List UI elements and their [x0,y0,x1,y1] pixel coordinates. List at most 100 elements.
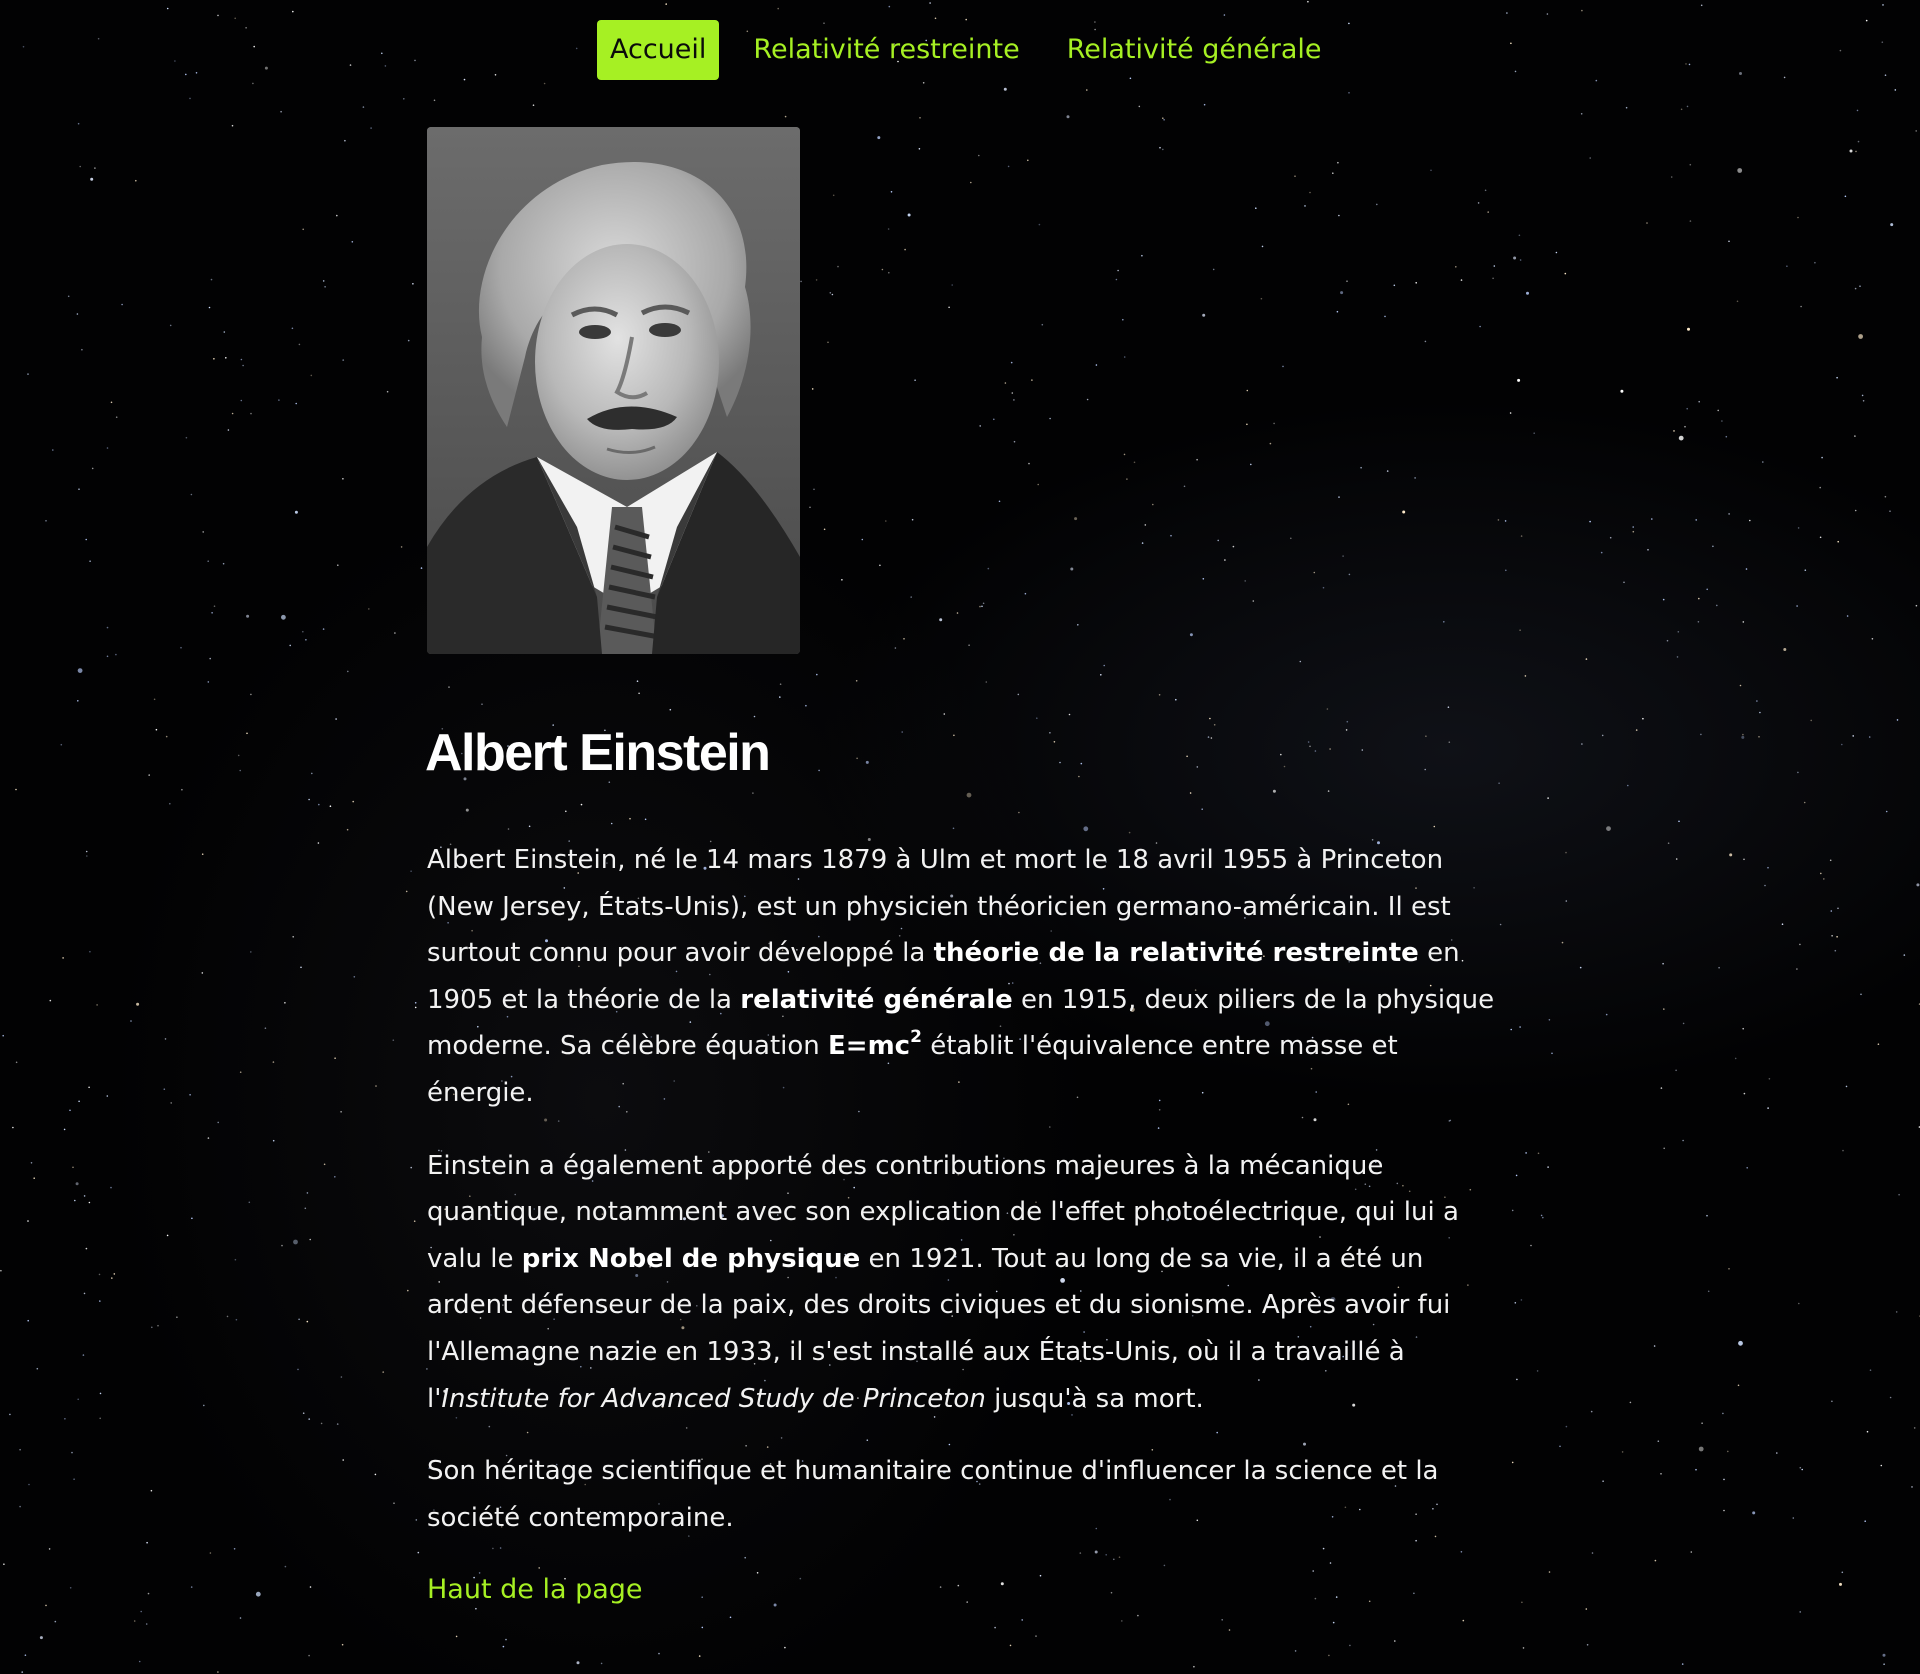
star [1175,698,1177,701]
star [1660,1087,1663,1089]
star [1360,466,1362,469]
star [1911,1486,1913,1488]
star [1250,463,1252,466]
star [1547,1166,1549,1168]
nav-relativite-generale[interactable]: Relativité générale [1054,20,1335,80]
star [237,754,240,757]
star [62,957,64,959]
star [1345,729,1348,731]
star [1162,148,1164,151]
star [994,1626,996,1629]
star [1555,251,1558,254]
star [1049,732,1051,734]
star [106,1095,109,1097]
star [1516,1378,1518,1381]
star [1283,765,1286,768]
star [1122,318,1124,321]
nav-relativite-restreinte[interactable]: Relativité restreinte [740,20,1032,80]
star [463,78,466,81]
star [9,1413,11,1416]
star [1202,578,1205,580]
star [1602,1480,1604,1482]
star [1517,378,1521,382]
star [412,283,414,285]
star [1854,509,1857,512]
star [98,1273,101,1276]
star [1586,1644,1589,1646]
star [1493,265,1496,267]
star [1896,719,1899,721]
star [1117,269,1119,272]
star [1126,478,1128,480]
star [861,538,864,541]
star [69,1587,72,1589]
star [1261,245,1264,248]
star [939,618,943,622]
star [1860,993,1862,996]
biography: Albert Einstein, né le 14 mars 1879 à Ul… [427,837,1507,1614]
star [189,97,191,100]
star [1307,0,1309,3]
star [1294,175,1296,177]
star [384,65,387,67]
star [1799,1466,1802,1469]
star [1894,89,1897,91]
star [407,339,410,342]
star [1797,771,1799,774]
star [1698,1446,1704,1452]
star [1221,1619,1223,1621]
star [1700,733,1702,736]
star [169,802,171,805]
star [1689,163,1692,166]
nav-accueil[interactable]: Accueil [597,20,720,80]
star [202,531,204,533]
star [94,167,96,169]
star [881,268,884,271]
star [890,191,893,193]
star [147,1592,150,1595]
star [340,1376,343,1378]
star [1678,435,1684,441]
star [1606,826,1611,831]
star [1803,801,1806,804]
star [644,818,647,821]
star [1313,571,1316,574]
star [250,412,252,415]
star [21,1671,24,1673]
star [1207,736,1210,738]
portrait-photo [427,127,800,654]
star [317,842,320,844]
star [979,605,981,608]
star [1687,327,1690,331]
star [231,124,234,127]
paragraph-1: Albert Einstein, né le 14 mars 1879 à Ul… [427,837,1507,1117]
star [1717,409,1719,412]
star [342,478,344,480]
star [225,357,227,359]
star [1448,741,1451,743]
star [1128,831,1131,834]
star [79,165,81,168]
star [153,698,156,701]
star [1903,954,1906,956]
star [1736,300,1739,303]
star [1890,223,1894,227]
star [1386,470,1389,472]
star [403,98,405,100]
star [1521,1601,1523,1604]
star [1690,1551,1693,1553]
star [904,248,906,251]
star [1542,1216,1544,1219]
star [322,280,325,282]
star [1600,551,1603,554]
star [1565,851,1567,854]
star [805,704,807,707]
star [1217,539,1219,542]
star [1068,713,1071,716]
star [1783,76,1786,79]
back-to-top-link[interactable]: Haut de la page [427,1567,643,1614]
star [1509,412,1512,414]
star [3,1563,5,1565]
star [1742,621,1745,623]
star [982,602,985,605]
